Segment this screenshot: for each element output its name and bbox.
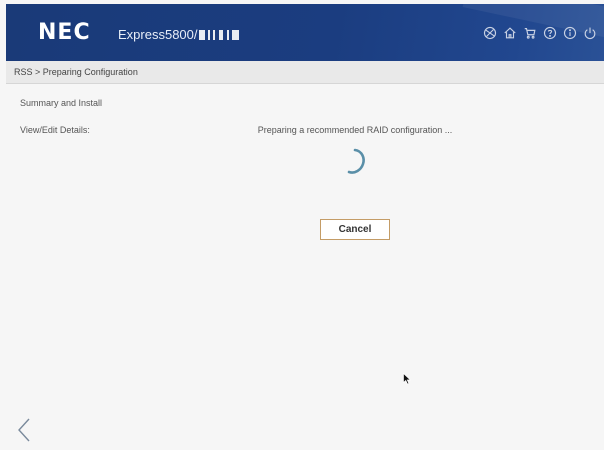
header-bar: NEC Express5800/ bbox=[6, 4, 604, 61]
cancel-button[interactable]: Cancel bbox=[320, 219, 390, 240]
brand-logo: NEC bbox=[38, 20, 91, 45]
back-arrow-icon[interactable] bbox=[16, 417, 32, 443]
model-name: Express5800/ bbox=[118, 27, 243, 42]
sidebar-item-view-edit-details[interactable]: View/Edit Details: bbox=[20, 125, 90, 135]
app-window: NEC Express5800/ RSS > Preparing Configu… bbox=[0, 0, 604, 450]
cart-icon[interactable] bbox=[522, 25, 538, 41]
breadcrumb-bar: RSS > Preparing Configuration bbox=[6, 61, 604, 84]
toolbar bbox=[482, 25, 598, 41]
home-icon[interactable] bbox=[502, 25, 518, 41]
sidebar-item-summary-and-install[interactable]: Summary and Install bbox=[20, 98, 102, 108]
model-prefix: Express5800/ bbox=[118, 27, 198, 42]
breadcrumb: RSS > Preparing Configuration bbox=[14, 67, 138, 77]
power-icon[interactable] bbox=[582, 25, 598, 41]
mouse-pointer-icon bbox=[403, 373, 411, 385]
help-icon[interactable] bbox=[542, 25, 558, 41]
status-message: Preparing a recommended RAID configurati… bbox=[257, 125, 453, 135]
loading-spinner-icon bbox=[347, 148, 365, 174]
redacted-model-number bbox=[198, 30, 243, 40]
info-icon[interactable] bbox=[562, 25, 578, 41]
globe-icon[interactable] bbox=[482, 25, 498, 41]
